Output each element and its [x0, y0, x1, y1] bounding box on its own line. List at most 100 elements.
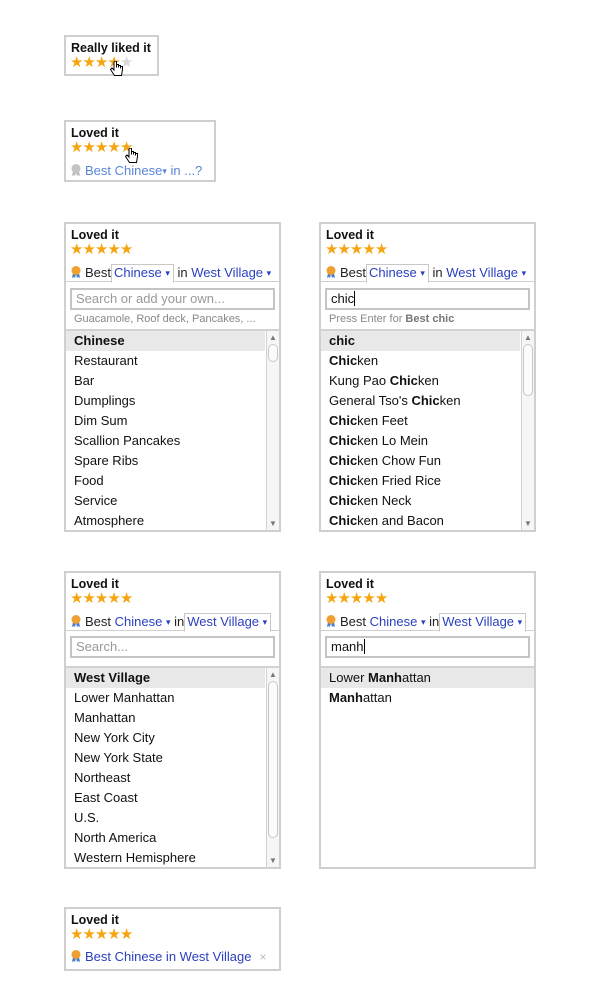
list-item[interactable]: Spare Ribs	[66, 451, 265, 471]
star-icon[interactable]: ★	[107, 590, 120, 607]
location-prompt-link[interactable]: in ...?	[170, 163, 202, 178]
scroll-down-icon[interactable]: ▼	[267, 855, 279, 866]
list-item[interactable]: Chicken Chow Fun	[321, 451, 520, 471]
star-icon[interactable]: ★	[70, 54, 83, 71]
star-icon[interactable]: ★	[107, 241, 120, 258]
dropdown-icon[interactable]: ▾	[267, 268, 272, 278]
scroll-thumb[interactable]	[268, 681, 278, 838]
list-item[interactable]: Chicken Neck	[321, 491, 520, 511]
list-item[interactable]: East Coast	[66, 788, 265, 808]
location-selector[interactable]: West Village	[191, 265, 263, 280]
star-icon[interactable]: ★	[82, 590, 95, 607]
star-icon[interactable]: ★	[95, 590, 108, 607]
list-item[interactable]: Chicken and Bacon	[321, 511, 520, 530]
star-icon[interactable]: ★	[337, 241, 350, 258]
star-icon[interactable]: ★	[82, 926, 95, 943]
list-item[interactable]: Manhattan	[321, 688, 534, 708]
star-icon[interactable]: ★	[325, 590, 338, 607]
star-icon[interactable]: ★	[362, 590, 375, 607]
dropdown-icon[interactable]: ▾	[421, 617, 426, 627]
star-icon[interactable]: ★	[82, 241, 95, 258]
star-icon[interactable]: ★	[107, 926, 120, 943]
scroll-down-icon[interactable]: ▼	[267, 518, 279, 529]
list-item[interactable]: Manhattan	[66, 708, 265, 728]
best-award-link[interactable]: Best Chinese in West Village	[85, 949, 251, 964]
list-item[interactable]: Chicken Lo Mein	[321, 431, 520, 451]
star-icon[interactable]: ★	[350, 590, 363, 607]
list-item[interactable]: New York State	[66, 748, 265, 768]
star-icon[interactable]: ★	[95, 241, 108, 258]
list-item[interactable]: Lower Manhattan	[66, 688, 265, 708]
star-icon[interactable]: ★	[120, 590, 133, 607]
scroll-thumb[interactable]	[268, 344, 278, 362]
list-item[interactable]: West Village	[66, 668, 265, 688]
list-item[interactable]: Western Hemisphere	[66, 848, 265, 867]
search-input[interactable]: manh​	[325, 636, 530, 658]
location-selector[interactable]: West Village ▾	[439, 613, 527, 632]
search-input[interactable]: chic​	[325, 288, 530, 310]
star-icon[interactable]: ★	[95, 926, 108, 943]
category-selector[interactable]: Chinese	[370, 614, 418, 629]
list-item[interactable]: chic	[321, 331, 520, 351]
scroll-up-icon[interactable]: ▲	[522, 332, 534, 343]
star-icon[interactable]: ★	[70, 590, 83, 607]
list-item[interactable]: Bar	[66, 371, 265, 391]
list-item[interactable]: Chicken	[321, 351, 520, 371]
list-item[interactable]: Northeast	[66, 768, 265, 788]
scrollbar[interactable]: ▲ ▼	[521, 331, 534, 530]
star-icon[interactable]: ★	[82, 54, 95, 71]
star-icon[interactable]: ★	[325, 241, 338, 258]
list-item[interactable]: Dim Sum	[66, 411, 265, 431]
list-item[interactable]: Dumplings	[66, 391, 265, 411]
scroll-up-icon[interactable]: ▲	[267, 332, 279, 343]
location-selector[interactable]: West Village	[446, 265, 518, 280]
close-icon[interactable]: ×	[259, 950, 266, 964]
list-item[interactable]: New York City	[66, 728, 265, 748]
list-item[interactable]: Lower Manhattan	[321, 668, 534, 688]
best-category-link[interactable]: Best Chinese	[85, 163, 162, 178]
star-rating[interactable]: ★★★★★	[70, 139, 133, 156]
dropdown-icon[interactable]: ▾	[162, 166, 167, 176]
star-icon[interactable]: ★	[350, 241, 363, 258]
scrollbar[interactable]: ▲ ▼	[266, 331, 279, 530]
star-icon[interactable]: ★	[375, 241, 388, 258]
best-prompt-link[interactable]: Best Chinese▾ in ...?	[70, 163, 202, 179]
list-item[interactable]: Chinese	[66, 331, 265, 351]
list-item[interactable]: North America	[66, 828, 265, 848]
list-item[interactable]: Chicken Feet	[321, 411, 520, 431]
star-icon[interactable]: ★	[70, 926, 83, 943]
search-input[interactable]: Search or add your own...	[70, 288, 275, 310]
star-rating[interactable]: ★★★★★	[325, 241, 388, 258]
dropdown-icon[interactable]: ▾	[166, 617, 171, 627]
star-rating[interactable]: ★★★★★	[70, 241, 133, 258]
star-icon[interactable]: ★	[70, 139, 83, 156]
list-item[interactable]: Service	[66, 491, 265, 511]
category-selector[interactable]: Chinese ▾	[111, 264, 174, 283]
star-icon[interactable]: ★	[337, 590, 350, 607]
star-icon[interactable]: ★	[120, 926, 133, 943]
star-icon[interactable]: ★	[82, 139, 95, 156]
location-selector[interactable]: West Village ▾	[184, 613, 272, 632]
list-item[interactable]: Atmosphere	[66, 511, 265, 530]
category-selector[interactable]: Chinese ▾	[366, 264, 429, 283]
star-rating[interactable]: ★★★★★	[325, 590, 388, 607]
star-icon[interactable]: ★	[120, 241, 133, 258]
star-icon[interactable]: ★	[95, 54, 108, 71]
star-rating[interactable]: ★★★★★	[70, 590, 133, 607]
scroll-thumb[interactable]	[523, 344, 533, 396]
list-item[interactable]: U.S.	[66, 808, 265, 828]
list-item[interactable]: Restaurant	[66, 351, 265, 371]
scroll-up-icon[interactable]: ▲	[267, 669, 279, 680]
list-item[interactable]: Chicken Fried Rice	[321, 471, 520, 491]
star-icon[interactable]: ★	[70, 241, 83, 258]
dropdown-icon[interactable]: ▾	[522, 268, 527, 278]
list-item[interactable]: Kung Pao Chicken	[321, 371, 520, 391]
list-item[interactable]: Food	[66, 471, 265, 491]
scrollbar[interactable]: ▲ ▼	[266, 668, 279, 867]
list-item[interactable]: General Tso's Chicken	[321, 391, 520, 411]
category-selector[interactable]: Chinese	[115, 614, 163, 629]
search-input[interactable]: Search...	[70, 636, 275, 658]
star-icon[interactable]: ★	[362, 241, 375, 258]
star-icon[interactable]: ★	[95, 139, 108, 156]
star-icon[interactable]: ★	[375, 590, 388, 607]
